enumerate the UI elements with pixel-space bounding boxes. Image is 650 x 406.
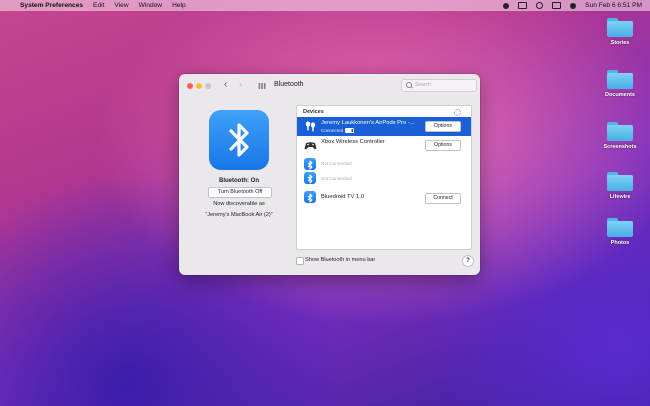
search-input[interactable]: Search	[401, 79, 477, 92]
search-placeholder: Search	[415, 82, 431, 88]
show-in-menu-bar-label: Show Bluetooth in menu bar	[305, 257, 376, 263]
desktop-folder-photos[interactable]: Photos	[600, 218, 640, 246]
control-center-icon[interactable]	[552, 2, 562, 9]
title-bar: ‹ › Bluetooth Search	[179, 74, 480, 96]
zoom-button[interactable]	[205, 83, 211, 89]
loading-spinner-icon	[454, 109, 461, 116]
desktop-folder-documents[interactable]: Documents	[600, 70, 640, 98]
menu-app-name[interactable]: System Preferences	[20, 2, 83, 9]
devices-list: Devices Jeremy Laukkonen's AirPods Pro -…	[296, 105, 472, 250]
window-title: Bluetooth	[274, 81, 304, 88]
menu-bar: System Preferences Edit View Window Help…	[0, 0, 650, 11]
battery-level-icon	[345, 128, 355, 134]
desktop-icon-label: Documents	[605, 92, 635, 98]
airpods-options-button[interactable]: Options	[425, 121, 461, 132]
device-name: Jeremy Laukkonen's AirPods Pro -...	[321, 120, 415, 126]
battery-icon[interactable]	[518, 2, 528, 9]
back-chevron-icon[interactable]: ‹	[224, 79, 227, 90]
device-row-bluedroid[interactable]: Bluedroid TV 1.0 Connect	[297, 188, 471, 207]
show-all-grid-icon[interactable]	[258, 83, 266, 89]
status-app-icon[interactable]	[503, 2, 510, 9]
device-status: Connected	[321, 128, 355, 134]
turn-bluetooth-off-button[interactable]: Turn Bluetooth Off	[208, 187, 272, 198]
wifi-icon[interactable]	[536, 2, 544, 9]
desktop-folder-screenshots[interactable]: Screenshots	[600, 122, 640, 150]
folder-icon	[607, 18, 633, 37]
show-in-menu-bar-checkbox[interactable]	[296, 257, 304, 265]
menubar-clock[interactable]: Sun Feb 6 6:51 PM	[585, 2, 642, 9]
bluedroid-connect-button[interactable]: Connect	[425, 193, 461, 204]
device-status: Not Connected	[321, 176, 352, 181]
menu-help[interactable]: Help	[172, 2, 186, 9]
device-row-xbox[interactable]: Xbox Wireless Controller Options	[297, 136, 471, 155]
xbox-options-button[interactable]: Options	[425, 140, 461, 151]
minimize-button[interactable]	[196, 83, 202, 89]
gamepad-icon	[304, 139, 317, 152]
devices-header: Devices	[303, 109, 324, 115]
device-name: Xbox Wireless Controller	[321, 139, 385, 145]
device-status: Not Connected	[321, 161, 352, 166]
discoverable-text: Now discoverable as	[213, 201, 265, 207]
menu-view[interactable]: View	[114, 2, 128, 9]
bluetooth-icon	[304, 172, 317, 185]
bluetooth-preferences-window: ‹ › Bluetooth Search Bluetooth: On Turn …	[179, 74, 480, 275]
folder-icon	[607, 122, 633, 141]
device-name: Bluedroid TV 1.0	[321, 194, 365, 200]
bluetooth-icon	[304, 191, 317, 204]
desktop-folder-stories[interactable]: Stories	[600, 18, 640, 46]
device-row-airpods[interactable]: Jeremy Laukkonen's AirPods Pro -... Conn…	[297, 117, 471, 136]
folder-icon	[607, 218, 633, 237]
desktop-icon-label: Screenshots	[603, 144, 637, 150]
folder-icon	[607, 172, 633, 191]
folder-icon	[607, 70, 633, 89]
siri-icon[interactable]	[570, 2, 577, 9]
bluetooth-status: Bluetooth: On	[219, 178, 259, 184]
forward-chevron-icon[interactable]: ›	[239, 79, 242, 90]
desktop-icon-label: Lifewire	[609, 194, 631, 200]
desktop-folder-lifewire[interactable]: Lifewire	[600, 172, 640, 200]
close-button[interactable]	[187, 83, 193, 89]
discoverable-device-name: “Jeremy's MacBook Air (2)”	[205, 212, 273, 218]
help-button[interactable]: ?	[462, 255, 474, 267]
menu-edit[interactable]: Edit	[93, 2, 104, 9]
desktop-icon-label: Photos	[610, 240, 630, 246]
search-icon	[406, 82, 412, 88]
device-row-unnamed-2[interactable]: Not Connected	[297, 169, 471, 188]
menu-window[interactable]: Window	[139, 2, 162, 9]
airpods-icon	[304, 120, 317, 133]
desktop-icon-label: Stories	[610, 40, 630, 46]
bluetooth-large-icon	[209, 110, 269, 170]
